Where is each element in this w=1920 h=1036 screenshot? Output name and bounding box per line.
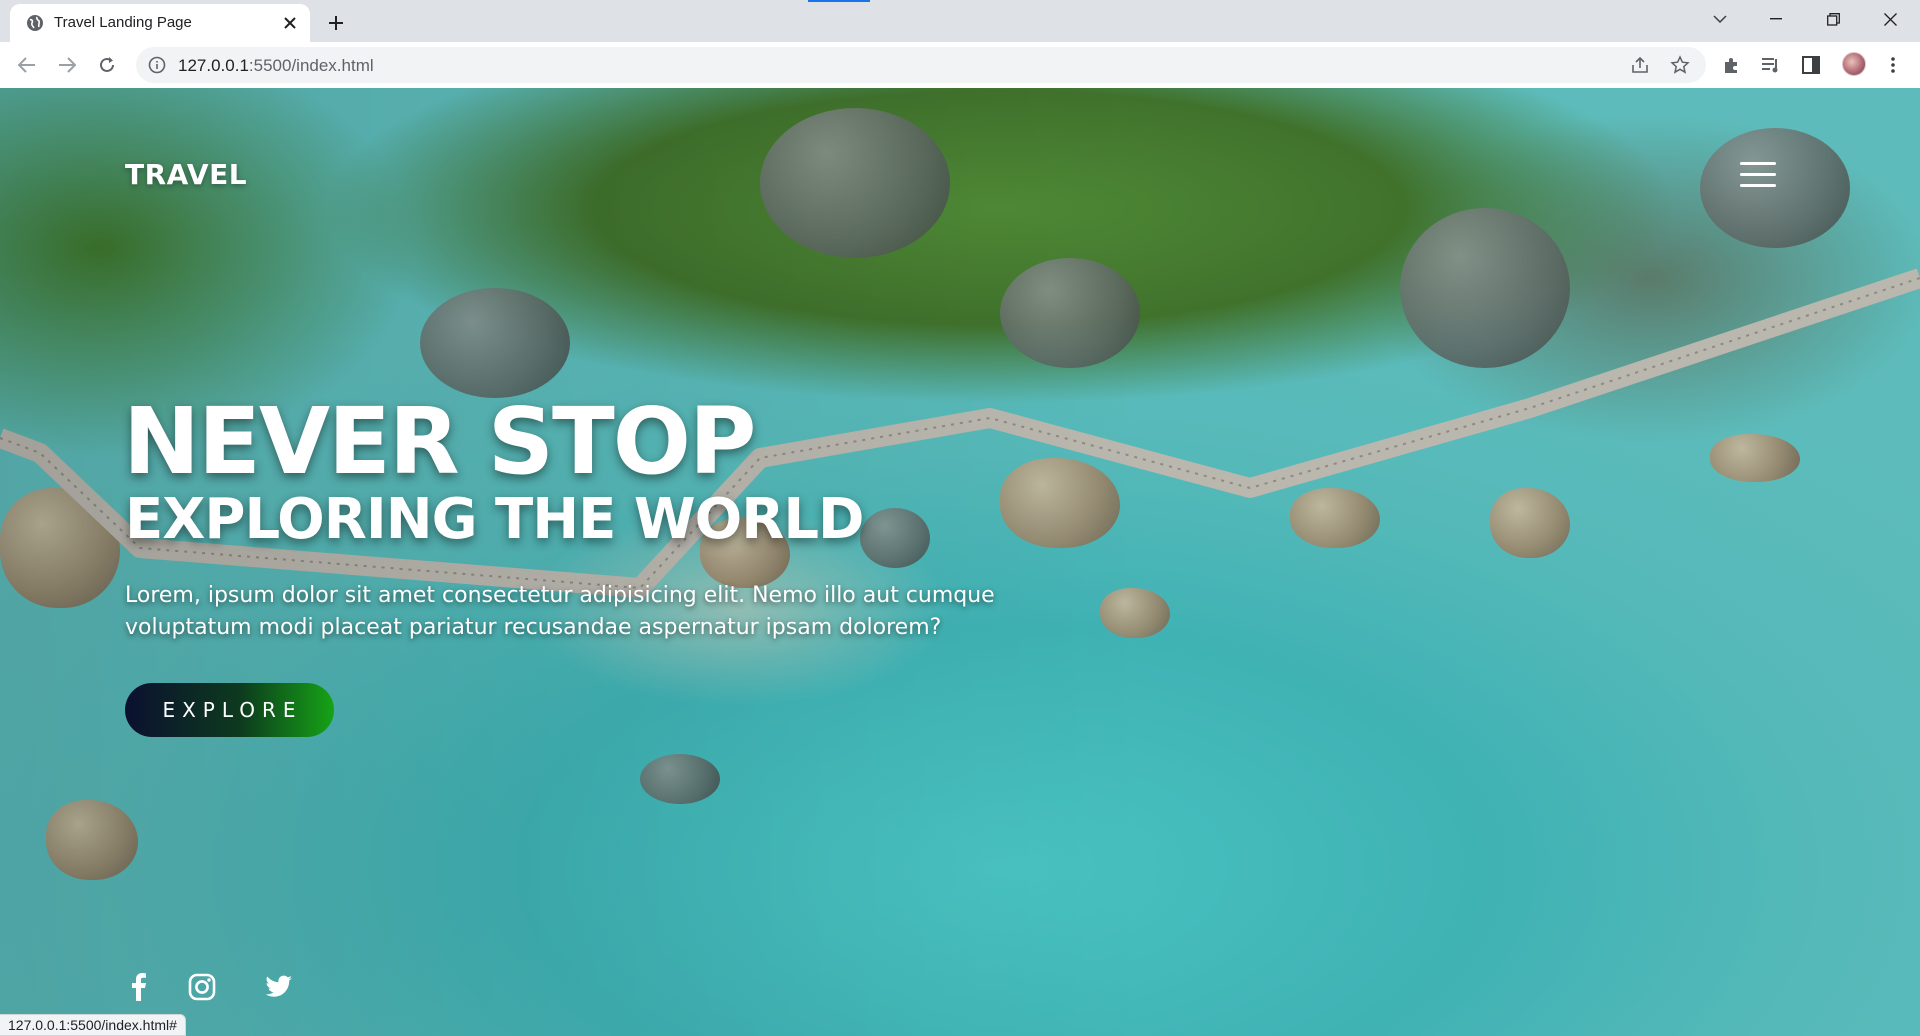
new-tab-button[interactable] xyxy=(322,9,350,37)
bookmark-star-icon[interactable] xyxy=(1670,55,1690,75)
address-bar[interactable]: 127.0.0.1:5500/index.html xyxy=(136,47,1706,83)
reload-icon xyxy=(100,57,114,72)
explore-button[interactable]: EXPLORE xyxy=(125,683,334,737)
hamburger-menu-icon[interactable] xyxy=(1740,162,1776,188)
forward-button[interactable] xyxy=(52,50,82,80)
minimize-icon xyxy=(1770,18,1782,20)
url-host: 127.0.0.1 xyxy=(178,56,249,75)
arrow-right-icon xyxy=(59,57,76,73)
plus-icon xyxy=(329,16,343,30)
hero-subtitle: EXPLORING THE WORLD xyxy=(125,487,865,552)
browser-window: Travel Landing Page 127.0.0.1:5500/index… xyxy=(0,0,1920,1036)
back-button[interactable] xyxy=(12,50,42,80)
globe-icon xyxy=(27,15,43,31)
close-tab-icon[interactable] xyxy=(280,13,300,33)
profile-avatar[interactable] xyxy=(1842,52,1866,76)
reload-button[interactable] xyxy=(92,50,122,80)
tab-search-button[interactable] xyxy=(1692,0,1748,38)
url-path: :5500/index.html xyxy=(248,56,374,75)
restore-icon xyxy=(1826,12,1840,26)
instagram-icon[interactable] xyxy=(185,970,219,1004)
more-menu-icon[interactable] xyxy=(1882,54,1904,76)
side-panel-icon[interactable] xyxy=(1800,54,1822,76)
chevron-down-icon xyxy=(1713,15,1727,23)
twitter-icon[interactable] xyxy=(262,970,296,1004)
tab-travel-landing-page[interactable]: Travel Landing Page xyxy=(10,4,310,42)
close-icon xyxy=(1883,12,1897,26)
site-info-icon[interactable] xyxy=(148,56,166,74)
tab-title: Travel Landing Page xyxy=(54,14,192,31)
menu-line xyxy=(1740,162,1776,165)
loading-indicator xyxy=(808,0,870,2)
arrow-left-icon xyxy=(18,57,35,73)
browser-toolbar: 127.0.0.1:5500/index.html xyxy=(0,42,1920,88)
hero-title: NEVER STOP xyxy=(123,388,756,495)
close-window-button[interactable] xyxy=(1862,0,1918,38)
tab-strip: Travel Landing Page xyxy=(0,0,1920,42)
restore-button[interactable] xyxy=(1805,0,1861,38)
share-icon[interactable] xyxy=(1630,55,1650,75)
status-bar-url: 127.0.0.1:5500/index.html# xyxy=(0,1014,186,1036)
site-logo[interactable]: TRAVEL xyxy=(125,158,247,191)
url-text: 127.0.0.1:5500/index.html xyxy=(178,56,374,76)
page-viewport: TRAVEL NEVER STOP EXPLORING THE WORLD Lo… xyxy=(0,88,1920,1036)
background-overlay xyxy=(0,88,1920,1036)
hero-description: Lorem, ipsum dolor sit amet consectetur … xyxy=(125,583,995,640)
extensions-icon[interactable] xyxy=(1720,54,1742,76)
minimize-button[interactable] xyxy=(1748,0,1804,38)
media-control-icon[interactable] xyxy=(1760,54,1782,76)
menu-line xyxy=(1740,173,1776,176)
facebook-icon[interactable] xyxy=(122,970,156,1004)
menu-line xyxy=(1740,184,1776,187)
